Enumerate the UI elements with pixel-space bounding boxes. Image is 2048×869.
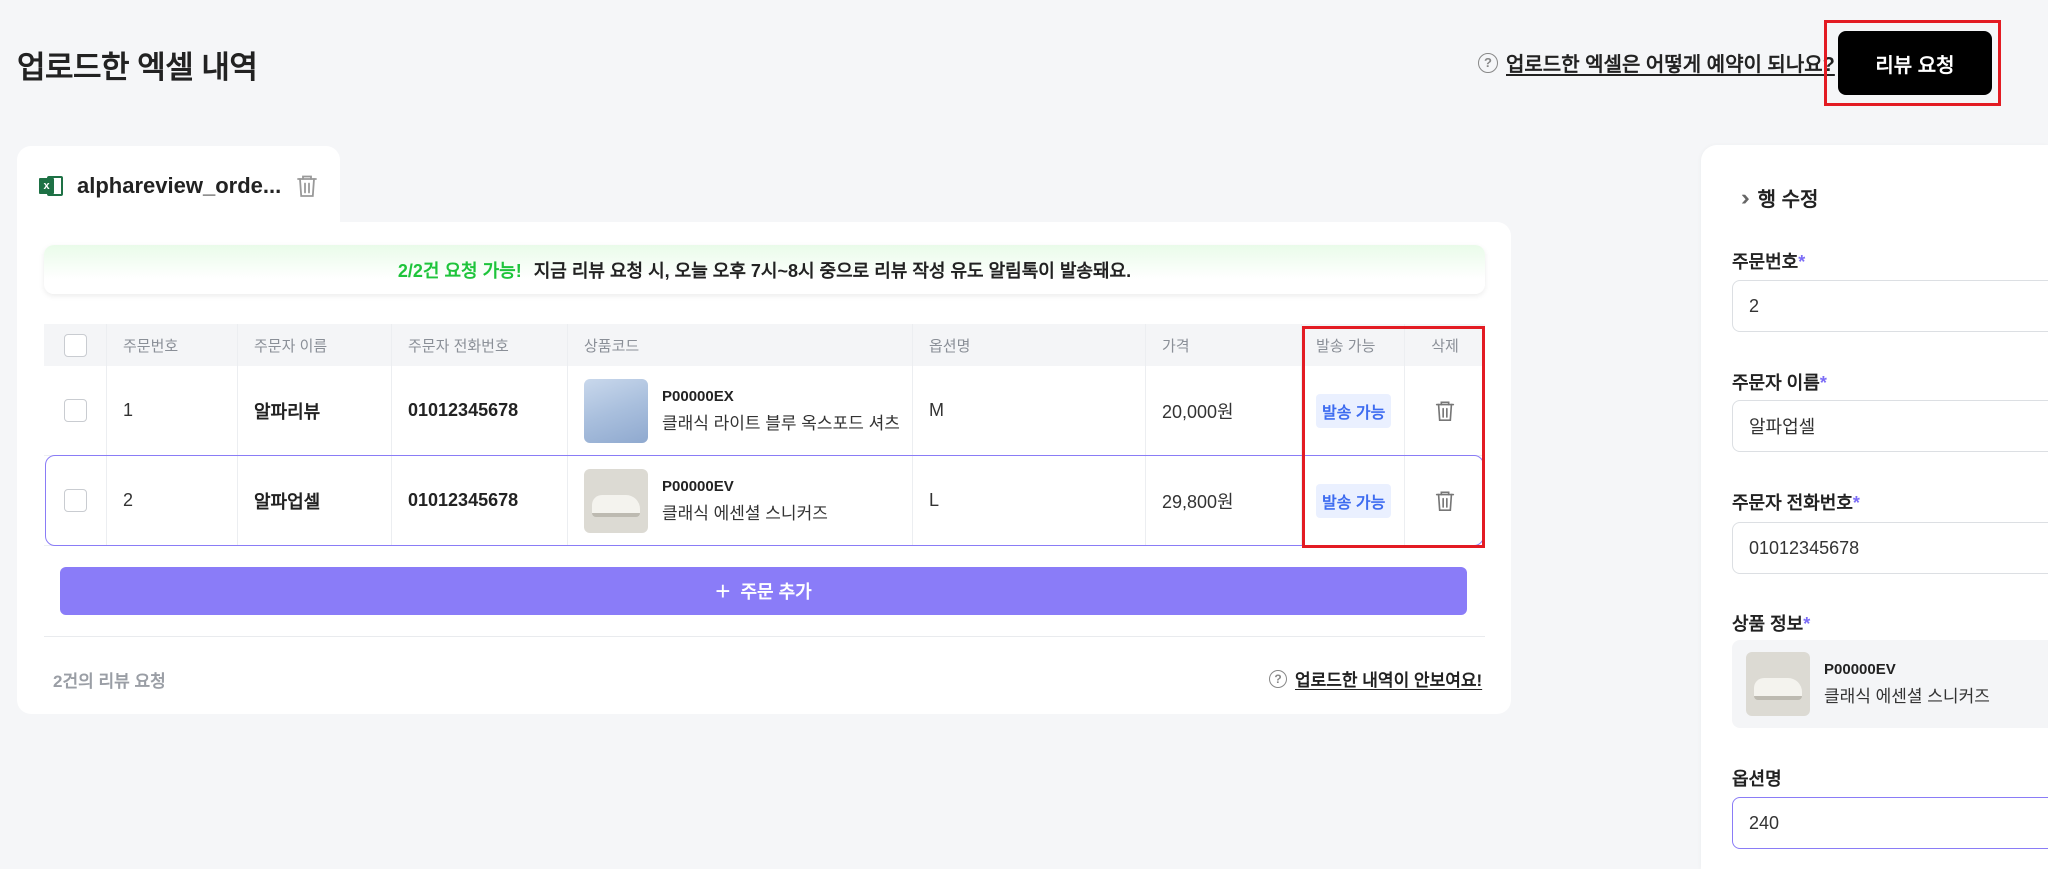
excel-help-link[interactable]: ? 업로드한 엑셀은 어떻게 예약이 되나요? — [1478, 48, 1835, 77]
column-header-product: 상품코드 — [568, 324, 913, 366]
column-header-name: 주문자 이름 — [238, 324, 392, 366]
file-name: alphareview_orde... — [77, 173, 282, 198]
add-order-label: 주문 추가 — [740, 582, 812, 602]
add-order-button[interactable]: + 주문 추가 — [60, 567, 1467, 615]
column-header-option: 옵션명 — [913, 324, 1146, 366]
order-no: 2 — [107, 456, 238, 545]
customer-name-field[interactable] — [1732, 400, 2048, 452]
product-thumbnail — [584, 378, 648, 443]
trash-icon[interactable] — [295, 173, 319, 199]
product-cell: P00000EX 클래식 라이트 블루 옥스포드 셔츠 — [568, 366, 913, 455]
delete-row-icon[interactable] — [1434, 489, 1456, 513]
product-info-box[interactable]: P00000EV 클래식 에센셜 스니커즈 — [1732, 640, 2048, 728]
panel-title: 행 수정 — [1757, 189, 1819, 211]
column-header-price: 가격 — [1146, 324, 1302, 366]
missing-upload-help-link[interactable]: ? 업로드한 내역이 안보여요! — [1269, 666, 1482, 691]
review-request-button[interactable]: 리뷰 요청 — [1838, 31, 1992, 95]
column-header-order-no: 주문번호 — [107, 324, 238, 366]
customer-phone-field[interactable] — [1732, 522, 2048, 574]
collapse-panel-icon[interactable]: ›› — [1741, 185, 1749, 211]
request-notice-banner: 2/2건 요청 가능! 지금 리뷰 요청 시, 오늘 오후 7시~8시 중으로 … — [44, 245, 1485, 294]
order-no: 1 — [107, 366, 238, 455]
row-checkbox[interactable] — [63, 489, 87, 512]
customer-phone-label: 주문자 전화번호* — [1732, 493, 1860, 513]
row-checkbox[interactable] — [63, 399, 87, 422]
customer-name-label: 주문자 이름* — [1732, 373, 1827, 393]
file-tab[interactable]: x alphareview_orde... — [17, 146, 340, 226]
order-list-card: 2/2건 요청 가능! 지금 리뷰 요청 시, 오늘 오후 7시~8시 중으로 … — [17, 222, 1511, 714]
status-badge: 발송 가능 — [1316, 483, 1392, 518]
question-icon: ? — [1478, 52, 1498, 73]
page-title: 업로드한 엑셀 내역 — [17, 50, 258, 85]
order-table: 주문번호 주문자 이름 주문자 전화번호 상품코드 옵션명 가격 발송 가능 삭… — [44, 324, 1485, 546]
order-no-label: 주문번호* — [1732, 252, 1806, 272]
question-icon: ? — [1269, 669, 1287, 688]
option-name: M — [913, 366, 1146, 455]
notice-highlight: 2/2건 요청 가능! — [397, 260, 522, 281]
price: 29,800원 — [1146, 456, 1302, 545]
table-row[interactable]: 1 알파리뷰 01012345678 P00000EX 클래식 라이트 블루 옥… — [44, 366, 1485, 456]
product-name: 클래식 에센셜 스니커즈 — [1824, 687, 1990, 706]
product-cell: P00000EV 클래식 에센셜 스니커즈 — [568, 456, 913, 545]
product-name: 클래식 라이트 블루 옥스포드 셔츠 — [662, 413, 900, 433]
notice-message: 지금 리뷰 요청 시, 오늘 오후 7시~8시 중으로 리뷰 작성 유도 알림톡… — [533, 260, 1132, 281]
column-header-sendable: 발송 가능 — [1302, 324, 1405, 366]
panel-header: ›› 행 수정 — [1741, 183, 1818, 212]
review-request-count: 2건의 리뷰 요청 — [53, 672, 166, 691]
excel-file-icon: x — [39, 174, 63, 198]
product-code: P00000EV — [662, 477, 734, 495]
table-header-row: 주문번호 주문자 이름 주문자 전화번호 상품코드 옵션명 가격 발송 가능 삭… — [44, 324, 1485, 366]
table-row[interactable]: 2 알파업셀 01012345678 P00000EV 클래식 에센셜 스니커즈… — [44, 456, 1485, 546]
customer-name: 알파리뷰 — [238, 366, 392, 455]
delete-row-icon[interactable] — [1434, 399, 1456, 423]
product-info-label: 상품 정보* — [1732, 614, 1811, 634]
excel-help-link-label: 업로드한 엑셀은 어떻게 예약이 되나요? — [1506, 54, 1835, 76]
product-code: P00000EX — [662, 387, 734, 405]
edit-row-panel: ›› 행 수정 주문번호* 주문자 이름* 주문자 전화번호* 상품 정보* P… — [1701, 145, 2048, 869]
product-thumbnail — [584, 468, 648, 533]
missing-upload-help-label: 업로드한 내역이 안보여요! — [1295, 671, 1483, 690]
divider — [44, 636, 1485, 637]
column-header-phone: 주문자 전화번호 — [392, 324, 568, 366]
product-thumbnail — [1746, 652, 1810, 716]
select-all-checkbox[interactable] — [63, 333, 87, 357]
product-name: 클래식 에센셜 스니커즈 — [662, 503, 828, 523]
option-label: 옵션명 — [1732, 769, 1782, 789]
customer-phone: 01012345678 — [392, 456, 568, 545]
customer-name: 알파업셀 — [238, 456, 392, 545]
option-field[interactable] — [1732, 797, 2048, 849]
product-code: P00000EV — [1824, 661, 1896, 678]
option-name: L — [913, 456, 1146, 545]
plus-icon: + — [715, 576, 731, 606]
customer-phone: 01012345678 — [392, 366, 568, 455]
order-no-field[interactable] — [1732, 280, 2048, 332]
column-header-delete: 삭제 — [1431, 337, 1459, 355]
price: 20,000원 — [1146, 366, 1302, 455]
status-badge: 발송 가능 — [1316, 393, 1392, 428]
